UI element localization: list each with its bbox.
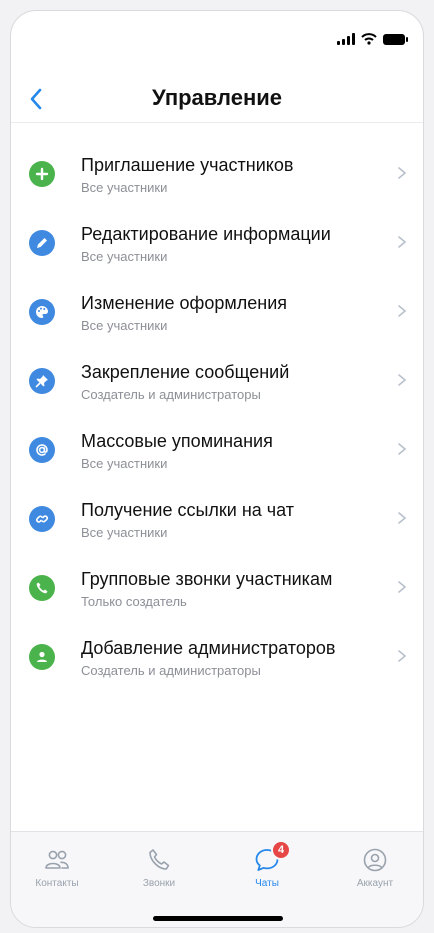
list-item-chat-link[interactable]: Получение ссылки на чат Все участники [11, 490, 423, 559]
list-item-mass-mentions[interactable]: Массовые упоминания Все участники [11, 421, 423, 490]
tab-label: Контакты [35, 878, 79, 889]
item-subtitle: Только создатель [81, 594, 187, 609]
at-sign-icon [29, 437, 55, 463]
list-item-invite-members[interactable]: Приглашение участников Все участники [11, 145, 423, 214]
header: Управление [11, 77, 423, 123]
item-subtitle: Все участники [81, 180, 168, 195]
tab-label: Чаты [255, 878, 279, 889]
item-subtitle: Все участники [81, 525, 168, 540]
user-icon [29, 644, 55, 670]
list-item-edit-info[interactable]: Редактирование информации Все участники [11, 214, 423, 283]
list-item-change-appearance[interactable]: Изменение оформления Все участники [11, 283, 423, 352]
item-subtitle: Все участники [81, 318, 168, 333]
item-title: Получение ссылки на чат [81, 500, 295, 520]
battery-icon [383, 33, 408, 45]
item-subtitle: Создатель и администраторы [81, 663, 261, 678]
list-item-group-calls[interactable]: Групповые звонки участникам Только созда… [11, 559, 423, 628]
tab-bar: Контакты Звонки 4 Чаты Аккаунт [11, 831, 423, 927]
page-title: Управление [151, 85, 282, 110]
list-item-pin-messages[interactable]: Закрепление сообщений Создатель и админи… [11, 352, 423, 421]
item-title: Групповые звонки участникам [81, 569, 333, 589]
pin-icon [29, 368, 55, 394]
item-title: Изменение оформления [81, 293, 288, 313]
settings-list: Приглашение участников Все участники Ред… [11, 145, 423, 697]
home-indicator [153, 916, 283, 921]
tab-contacts[interactable]: Контакты [17, 846, 97, 889]
item-title: Закрепление сообщений [81, 362, 290, 382]
chevron-right-icon [398, 167, 407, 179]
item-title: Добавление администраторов [81, 638, 336, 658]
tab-label: Звонки [142, 878, 176, 889]
chevron-right-icon [398, 650, 407, 662]
item-title: Редактирование информации [81, 224, 331, 244]
list-item-add-admins[interactable]: Добавление администраторов Создатель и а… [11, 628, 423, 697]
item-title: Приглашение участников [81, 155, 294, 175]
tab-label: Аккаунт [356, 878, 394, 889]
item-subtitle: Все участники [81, 456, 168, 471]
tab-calls[interactable]: Звонки [119, 846, 199, 889]
plus-icon [29, 161, 55, 187]
account-icon [363, 848, 387, 872]
status-bar [337, 33, 408, 45]
item-subtitle: Создатель и администраторы [81, 387, 261, 402]
signal-icon [337, 33, 355, 45]
palette-icon [29, 299, 55, 325]
item-title: Массовые упоминания [81, 431, 273, 451]
phone-icon [149, 849, 170, 870]
link-icon [29, 506, 55, 532]
pencil-icon [29, 230, 55, 256]
chevron-right-icon [398, 305, 407, 317]
chevron-right-icon [398, 443, 407, 455]
tab-chats[interactable]: 4 Чаты [227, 840, 307, 889]
unread-badge: 4 [271, 840, 291, 860]
chevron-right-icon [398, 236, 407, 248]
contacts-icon [45, 850, 69, 869]
phone-screen: Управление Приглашение участников Все уч… [10, 10, 424, 928]
chevron-right-icon [398, 512, 407, 524]
wifi-icon [361, 33, 377, 45]
phone-icon [29, 575, 55, 601]
chevron-right-icon [398, 374, 407, 386]
chevron-right-icon [398, 581, 407, 593]
item-subtitle: Все участники [81, 249, 168, 264]
tab-account[interactable]: Аккаунт [335, 846, 415, 889]
